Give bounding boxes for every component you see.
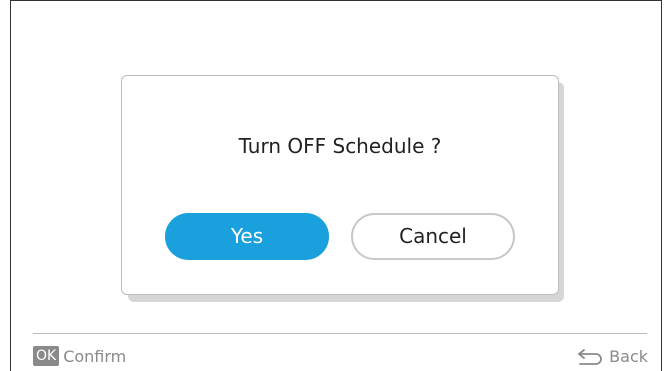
yes-button[interactable]: Yes	[165, 213, 329, 260]
cancel-button[interactable]: Cancel	[351, 213, 515, 260]
confirm-dialog: Turn OFF Schedule ? Yes Cancel	[121, 75, 559, 295]
back-hint[interactable]: Back	[576, 345, 648, 367]
footer-divider	[33, 333, 647, 334]
back-arrow-icon	[578, 349, 602, 365]
confirm-hint[interactable]: OK Confirm	[33, 345, 126, 367]
ok-key-badge: OK	[33, 346, 60, 366]
dialog-message: Turn OFF Schedule ?	[238, 134, 442, 158]
confirm-label: Confirm	[63, 346, 127, 366]
back-label: Back	[609, 346, 648, 366]
